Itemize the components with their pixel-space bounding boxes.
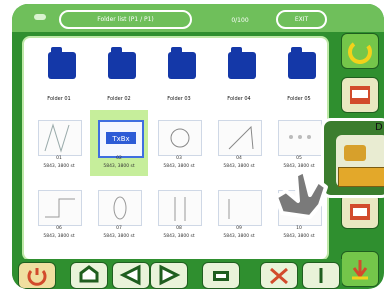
design-meta: 5843, 3800 st [103, 164, 135, 169]
design-number: 08 [176, 226, 182, 231]
folder-icon [288, 47, 316, 79]
folder-list-title: Folder list (P1 / P1) [59, 10, 192, 29]
design-thumbnail: TxBx [98, 120, 144, 158]
design-tile[interactable]: 04 5843, 3800 st [210, 110, 268, 176]
stitch-icon [44, 123, 70, 153]
memory-button[interactable] [202, 262, 240, 289]
design-number: 02 [116, 156, 122, 161]
folder-label: Folder 02 [107, 96, 131, 102]
design-number: 03 [176, 156, 182, 161]
arrow-left-icon [119, 264, 141, 286]
memory-icon [213, 271, 229, 281]
design-tile[interactable]: 03 5843, 3800 st [150, 110, 208, 176]
delete-button[interactable] [260, 262, 298, 289]
circle-icon [170, 128, 190, 148]
dots-icon [289, 135, 311, 139]
design-meta: 5843, 3800 st [163, 234, 195, 239]
design-thumbnail [38, 120, 82, 156]
folder-label: Folder 03 [167, 96, 191, 102]
folder-icon [108, 47, 136, 79]
design-thumbnail [218, 190, 262, 226]
design-number: 09 [236, 226, 242, 231]
machine-icon [350, 86, 370, 104]
folder-tile[interactable]: Folder 04 [210, 40, 268, 106]
count-readout: 0/100 [231, 17, 249, 24]
design-thumbnail [158, 190, 202, 226]
design-number: 04 [236, 156, 242, 161]
design-meta: 5843, 3800 st [223, 164, 255, 169]
design-meta: 5843, 3800 st [43, 164, 75, 169]
design-tile[interactable]: 09 5843, 3800 st [210, 180, 268, 246]
home-icon [79, 265, 99, 283]
machine-button[interactable] [341, 77, 379, 113]
bottom-toolbar [12, 259, 342, 289]
delete-icon [270, 267, 288, 285]
design-meta: 5843, 3800 st [283, 234, 315, 239]
exit-button[interactable]: EXIT [276, 10, 327, 29]
help-button[interactable] [302, 262, 340, 289]
oval-icon [113, 196, 127, 220]
design-tile-selected[interactable]: TxBx 02 5843, 3800 st [90, 110, 148, 176]
power-button[interactable] [18, 262, 56, 289]
help-icon [319, 268, 323, 283]
text-icon: TxBx [106, 132, 136, 144]
set-button[interactable] [341, 251, 379, 287]
design-meta: 5843, 3800 st [223, 234, 255, 239]
folder-label: Folder 05 [287, 96, 311, 102]
file-grid-panel: Folder 01 Folder 02 Folder 03 Folder 04 … [22, 36, 329, 261]
folder-tile[interactable]: Folder 01 [30, 40, 88, 106]
rotate-icon [348, 42, 372, 64]
home-button[interactable] [70, 262, 108, 289]
next-page-button[interactable] [150, 262, 188, 289]
folder-tile[interactable]: Folder 02 [90, 40, 148, 106]
arrow-right-icon [159, 264, 181, 286]
design-tile[interactable]: 01 5843, 3800 st [30, 110, 88, 176]
folder-icon [228, 47, 256, 79]
design-thumbnail [218, 120, 262, 156]
design-tile[interactable]: 08 5843, 3800 st [150, 180, 208, 246]
shape-icon [228, 125, 254, 150]
header-bar: Folder list (P1 / P1) 0/100 EXIT [12, 4, 384, 32]
design-meta: 5843, 3800 st [103, 234, 135, 239]
design-meta: 5843, 3800 st [163, 164, 195, 169]
design-tile[interactable]: 06 5843, 3800 st [30, 180, 88, 246]
pointing-hand-icon [274, 169, 328, 219]
line-icon [45, 198, 75, 218]
folder-icon [168, 47, 196, 79]
stroke-icon [228, 199, 230, 219]
previous-page-button[interactable] [112, 262, 150, 289]
power-icon [27, 268, 47, 286]
design-number: 01 [56, 156, 62, 161]
design-thumbnail [158, 120, 202, 156]
folder-label: Folder 01 [47, 96, 71, 102]
design-thumbnail [38, 190, 82, 226]
svg-text:TxBx: TxBx [111, 135, 129, 143]
bars-icon [174, 197, 186, 221]
design-number: 07 [116, 226, 122, 231]
folder-tile[interactable]: Folder 05 [270, 40, 327, 106]
callout-letter: D [375, 122, 383, 133]
design-tile[interactable]: 07 5843, 3800 st [90, 180, 148, 246]
folder-label: Folder 04 [227, 96, 251, 102]
folder-icon [48, 47, 76, 79]
rotate-button[interactable] [341, 33, 379, 69]
design-thumbnail [98, 190, 142, 226]
design-number: 10 [296, 226, 302, 231]
design-meta: 5843, 3800 st [43, 234, 75, 239]
folder-tile[interactable]: Folder 03 [150, 40, 208, 106]
status-icon [34, 14, 46, 20]
arrow-down-icon [352, 260, 368, 280]
design-number: 06 [56, 226, 62, 231]
